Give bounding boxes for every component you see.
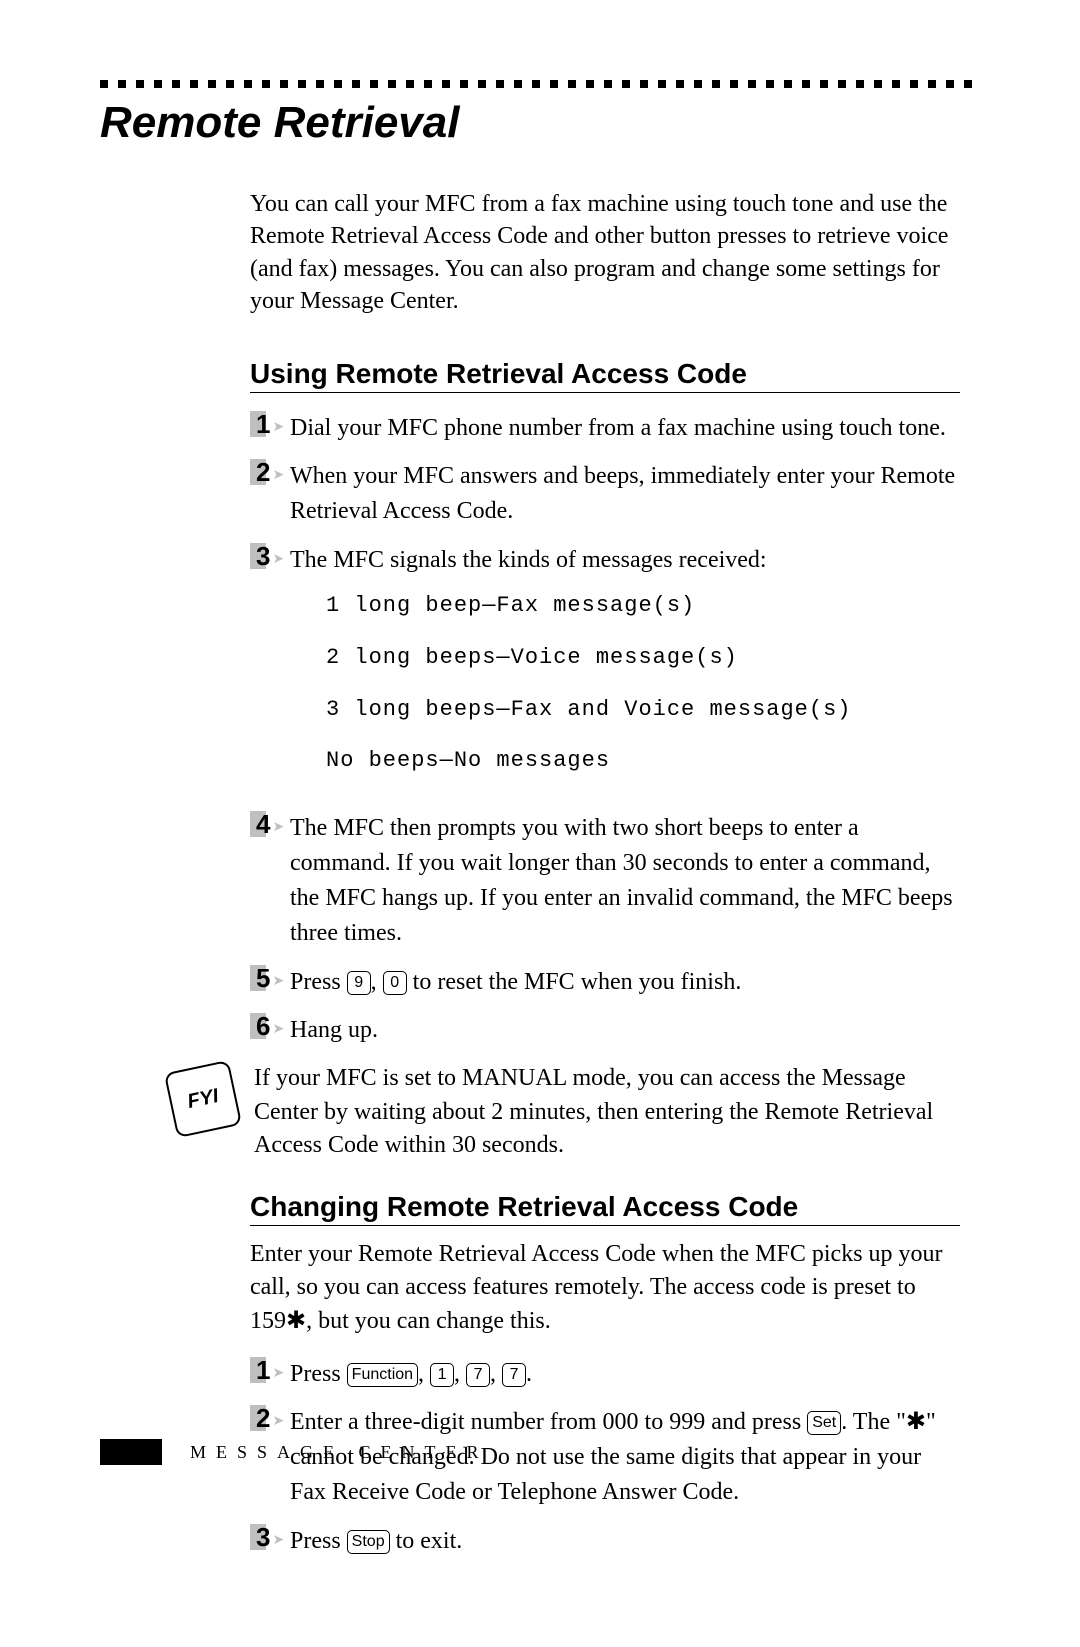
key-stop-icon: Stop	[347, 1530, 390, 1554]
section-heading: Using Remote Retrieval Access Code	[250, 358, 960, 393]
signal-item: 2 long beeps—Voice message(s)	[326, 642, 960, 674]
signal-item: No beeps—No messages	[326, 745, 960, 777]
note-text: If your MFC is set to MANUAL mode, you c…	[254, 1062, 960, 1163]
step-text: The MFC then prompts you with two short …	[290, 811, 960, 950]
step-1: 1➤ Dial your MFC phone number from a fax…	[250, 411, 960, 446]
dotted-rule	[100, 80, 980, 88]
section-changing-code: Changing Remote Retrieval Access Code En…	[250, 1191, 960, 1559]
key-0-icon: 0	[383, 971, 407, 995]
section-heading: Changing Remote Retrieval Access Code	[250, 1191, 960, 1226]
step-text: Press Function, 1, 7, 7.	[290, 1357, 960, 1392]
step-number-icon: 1➤	[250, 1357, 278, 1383]
section-using-code: Using Remote Retrieval Access Code 1➤ Di…	[250, 358, 960, 1163]
key-7-icon: 7	[466, 1363, 490, 1387]
step-number-icon: 5➤	[250, 965, 278, 991]
footer-bar-icon	[100, 1439, 162, 1465]
step-6: 6➤ Hang up.	[250, 1013, 960, 1048]
step-number-icon: 6➤	[250, 1013, 278, 1039]
step-5: 5➤ Press 9, 0 to reset the MFC when you …	[250, 965, 960, 1000]
key-set-icon: Set	[807, 1411, 841, 1435]
step-text: Dial your MFC phone number from a fax ma…	[290, 411, 960, 446]
step-number-icon: 1➤	[250, 411, 278, 437]
key-9-icon: 9	[347, 971, 371, 995]
key-function-icon: Function	[347, 1363, 418, 1387]
signal-item: 1 long beep—Fax message(s)	[326, 590, 960, 622]
step-text: Press 9, 0 to reset the MFC when you fin…	[290, 965, 960, 1000]
step-text: Press Stop to exit.	[290, 1524, 960, 1559]
step-number-icon: 2➤	[250, 459, 278, 485]
fyi-note: FYI If your MFC is set to MANUAL mode, y…	[170, 1062, 960, 1163]
step-3: 3➤ Press Stop to exit.	[250, 1524, 960, 1559]
step-number-icon: 2➤	[250, 1405, 278, 1431]
step-number-icon: 3➤	[250, 1524, 278, 1550]
step-2: 2➤ When your MFC answers and beeps, imme…	[250, 459, 960, 529]
page-footer: MESSAGE CENTER	[100, 1439, 489, 1465]
signal-list: 1 long beep—Fax message(s) 2 long beeps—…	[326, 590, 960, 778]
step-number-icon: 3➤	[250, 543, 278, 569]
step-3: 3➤ The MFC signals the kinds of messages…	[250, 543, 960, 797]
fyi-icon: FYI	[164, 1060, 242, 1138]
step-text: Hang up.	[290, 1013, 960, 1048]
step-1: 1➤ Press Function, 1, 7, 7.	[250, 1357, 960, 1392]
step-4: 4➤ The MFC then prompts you with two sho…	[250, 811, 960, 950]
page-title: Remote Retrieval	[100, 98, 980, 148]
intro-paragraph: You can call your MFC from a fax machine…	[250, 188, 960, 318]
section-lead: Enter your Remote Retrieval Access Code …	[250, 1238, 960, 1339]
key-7-icon: 7	[502, 1363, 526, 1387]
key-1-icon: 1	[430, 1363, 454, 1387]
footer-label: MESSAGE CENTER	[190, 1442, 489, 1463]
step-text: The MFC signals the kinds of messages re…	[290, 547, 767, 573]
signal-item: 3 long beeps—Fax and Voice message(s)	[326, 694, 960, 726]
step-number-icon: 4➤	[250, 811, 278, 837]
step-text: When your MFC answers and beeps, immedia…	[290, 459, 960, 529]
